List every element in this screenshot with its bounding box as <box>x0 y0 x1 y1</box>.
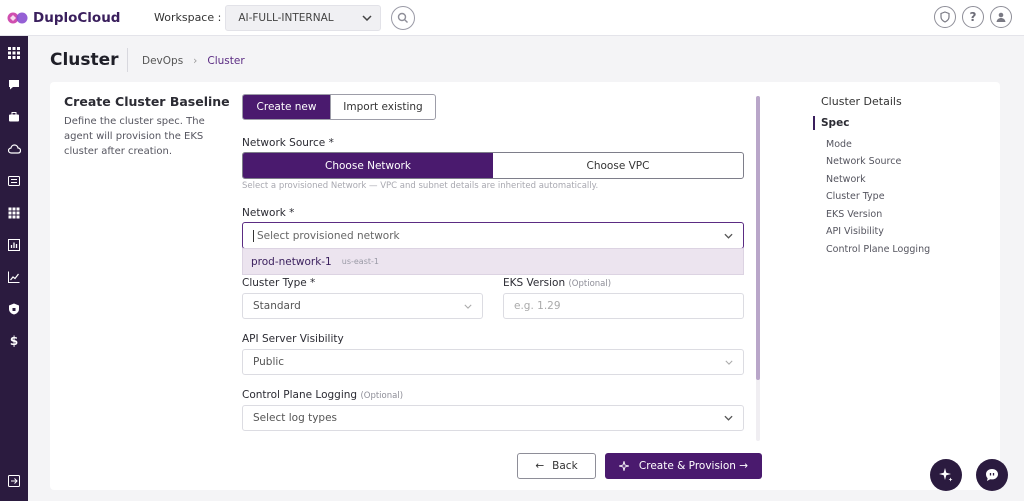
grid-icon[interactable] <box>7 46 21 60</box>
chevron-down-icon <box>724 415 733 421</box>
search-button[interactable] <box>391 5 416 30</box>
eks-version-label-text: EKS Version <box>503 277 566 289</box>
details-item-cluster-type[interactable]: Cluster Type <box>826 191 885 202</box>
eks-version-placeholder: e.g. 1.29 <box>514 300 561 312</box>
sparkle-icon <box>618 461 629 471</box>
security-button[interactable] <box>934 6 956 28</box>
mode-tabs: Create new Import existing <box>242 94 436 120</box>
user-avatar[interactable] <box>990 6 1012 28</box>
details-item-control-plane-logging[interactable]: Control Plane Logging <box>826 244 930 255</box>
logo[interactable]: DuploCloud <box>7 10 137 26</box>
option-region: us-east-1 <box>341 257 379 266</box>
workspace-label: Workspace : <box>154 11 222 24</box>
text-caret <box>253 229 254 242</box>
chevron-down-icon <box>464 304 472 309</box>
user-icon <box>996 12 1006 22</box>
breadcrumb-separator-icon: › <box>193 55 198 67</box>
control-plane-logging-placeholder: Select log types <box>253 412 337 424</box>
choose-vpc-button[interactable]: Choose VPC <box>493 153 743 178</box>
briefcase-icon[interactable] <box>7 110 21 124</box>
chevron-down-icon <box>724 233 733 239</box>
chat-icon[interactable] <box>7 78 21 92</box>
control-plane-logging-select[interactable]: Select log types <box>242 405 744 431</box>
logout-icon[interactable] <box>7 474 21 488</box>
network-select[interactable]: Select provisioned network <box>242 222 744 249</box>
page-title: Cluster <box>50 50 119 70</box>
workspace-select[interactable]: AI-FULL-INTERNAL <box>225 4 382 31</box>
breadcrumb: DevOps › Cluster <box>142 55 245 67</box>
header-divider <box>127 48 128 72</box>
workspace-value: AI-FULL-INTERNAL <box>238 11 334 24</box>
details-item-api-visibility[interactable]: API Visibility <box>826 226 884 237</box>
network-source-toggle: Choose Network Choose VPC <box>242 152 744 179</box>
create-provision-button[interactable]: Create & Provision → <box>605 453 762 479</box>
back-label: Back <box>552 460 578 472</box>
table-icon[interactable] <box>7 206 21 220</box>
trend-icon[interactable] <box>7 270 21 284</box>
breadcrumb-devops[interactable]: DevOps <box>142 55 183 67</box>
cluster-details-title: Cluster Details <box>821 95 902 108</box>
network-dropdown-option[interactable]: prod-network-1 us-east-1 <box>242 248 744 275</box>
arrow-left-icon: ← <box>535 460 545 472</box>
option-name: prod-network-1 <box>251 255 332 268</box>
tab-create-new[interactable]: Create new <box>243 95 330 119</box>
cluster-type-label: Cluster Type * <box>242 277 316 289</box>
dollar-icon[interactable]: $ <box>7 334 21 348</box>
cloud-icon[interactable] <box>7 142 21 156</box>
chat-bubble-icon <box>986 469 998 481</box>
eks-version-label: EKS Version (Optional) <box>503 277 611 289</box>
chevron-down-icon <box>725 360 733 365</box>
help-icon: ? <box>969 10 977 24</box>
sidebar: $ <box>0 36 28 501</box>
breadcrumb-cluster[interactable]: Cluster <box>207 55 244 67</box>
sparkle-icon <box>939 468 953 482</box>
details-item-network[interactable]: Network <box>826 174 866 185</box>
chat-support-button[interactable] <box>976 459 1008 491</box>
list-icon[interactable] <box>7 174 21 188</box>
details-section-spec[interactable]: Spec <box>821 117 849 129</box>
active-section-indicator <box>813 116 815 130</box>
duplocloud-logo-icon <box>7 12 28 23</box>
cluster-type-value: Standard <box>253 300 301 312</box>
help-button[interactable]: ? <box>962 6 984 28</box>
create-provision-label: Create & Provision → <box>638 460 749 472</box>
details-item-mode[interactable]: Mode <box>826 139 852 150</box>
details-item-eks-version[interactable]: EKS Version <box>826 209 882 220</box>
top-bar: DuploCloud Workspace : AI-FULL-INTERNAL … <box>0 0 1024 36</box>
control-plane-logging-label: Control Plane Logging (Optional) <box>242 389 403 401</box>
control-plane-logging-label-text: Control Plane Logging <box>242 389 358 401</box>
choose-network-button[interactable]: Choose Network <box>243 153 493 178</box>
scrollbar-thumb[interactable] <box>756 96 760 380</box>
form-card: Create Cluster Baseline Define the clust… <box>50 82 1000 490</box>
chevron-down-icon <box>362 14 372 21</box>
api-visibility-select[interactable]: Public <box>242 349 744 375</box>
form-description: Define the cluster spec. The agent will … <box>64 116 205 157</box>
shield-icon <box>940 11 950 23</box>
api-visibility-label: API Server Visibility <box>242 333 344 345</box>
network-label: Network * <box>242 207 295 219</box>
tab-import-existing[interactable]: Import existing <box>330 95 435 119</box>
network-source-label: Network Source * <box>242 137 334 149</box>
eks-version-input[interactable]: e.g. 1.29 <box>503 293 744 319</box>
network-placeholder: Select provisioned network <box>257 229 400 242</box>
ai-assistant-button[interactable] <box>930 459 962 491</box>
form-title: Create Cluster Baseline <box>64 94 230 109</box>
control-plane-logging-optional: (Optional) <box>360 391 404 401</box>
back-button[interactable]: ← Back <box>517 453 596 479</box>
search-icon <box>398 12 409 23</box>
network-source-hint: Select a provisioned Network — VPC and s… <box>242 181 599 191</box>
bar-chart-icon[interactable] <box>7 238 21 252</box>
shield-lock-icon[interactable] <box>7 302 21 316</box>
api-visibility-value: Public <box>253 356 285 368</box>
cluster-type-select[interactable]: Standard <box>242 293 483 319</box>
brand-name: DuploCloud <box>33 9 121 26</box>
eks-version-optional: (Optional) <box>568 279 612 289</box>
details-item-network-source[interactable]: Network Source <box>826 156 901 167</box>
